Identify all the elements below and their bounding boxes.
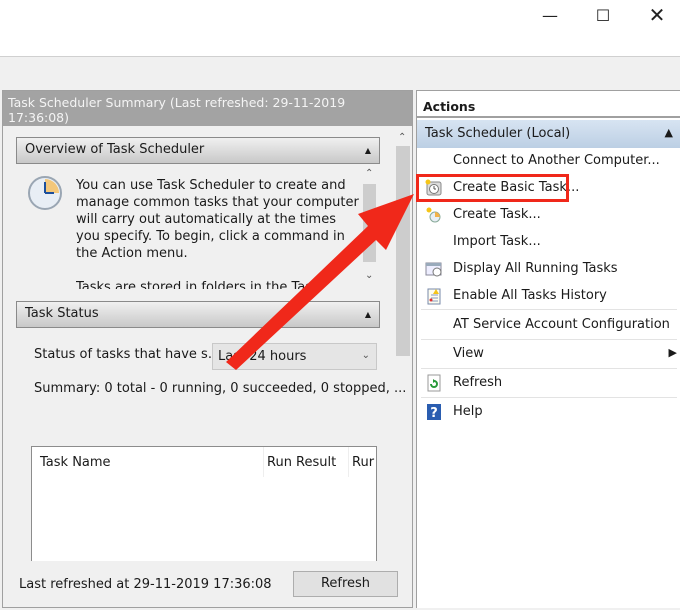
- arrow-shape: [226, 194, 414, 370]
- annotation-arrow: [226, 194, 414, 370]
